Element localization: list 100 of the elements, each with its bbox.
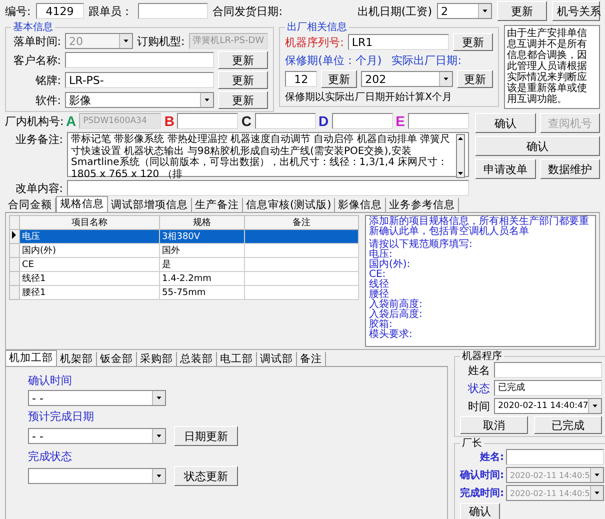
table-cell: 1.4-2.2mm (162, 274, 212, 284)
field-label: 姓名 (467, 362, 490, 378)
code-letter: A (66, 113, 76, 129)
input-field[interactable] (65, 52, 214, 68)
table-cell: 腰径1 (22, 288, 46, 298)
tab[interactable]: 信息审核(测试版) (243, 198, 336, 212)
input-field[interactable] (506, 449, 604, 465)
table-row[interactable]: 国内(外) 国外 (10, 244, 358, 258)
tab[interactable]: 生产备注 (192, 198, 243, 212)
table-row[interactable]: 线径1 1.4-2.2mm (10, 272, 358, 286)
table-row[interactable]: 电压 3相380V (10, 230, 358, 244)
caret-icon (152, 469, 165, 483)
update-button[interactable]: 状态更新 (174, 466, 238, 486)
follower-label: 跟单员： (88, 4, 133, 18)
row-pointer-icon (10, 230, 18, 240)
tab[interactable]: 电工部 (217, 352, 257, 366)
update-button[interactable]: 更新 (453, 33, 494, 51)
group-title: 基本信息 (12, 22, 54, 33)
column-header: 项目名称 (20, 216, 160, 230)
status-button[interactable]: 已完成 (534, 416, 602, 434)
update-button[interactable]: 日期更新 (174, 426, 238, 446)
date-dropdown[interactable] (28, 468, 166, 484)
code-letter: B (164, 113, 174, 129)
tab[interactable]: 影像信息 (335, 198, 386, 212)
table-row[interactable]: CE 是 (10, 258, 358, 272)
tab[interactable]: 机架部 (57, 352, 97, 366)
caret-icon (478, 4, 491, 18)
group-title: 出厂相关信息 (286, 22, 348, 33)
code-field[interactable] (177, 113, 238, 129)
caret-icon (152, 429, 165, 443)
field-label: 软件: (34, 92, 61, 108)
contract-date-label: 合同发货日期: (212, 4, 282, 18)
tab[interactable]: 采购部 (137, 352, 177, 366)
caret-icon (119, 34, 132, 48)
code-field[interactable] (408, 113, 469, 129)
ship-date-dropdown[interactable]: 2 (437, 3, 492, 19)
tab[interactable]: 总装部 (177, 352, 217, 366)
field-label: 确认时间 (28, 373, 73, 388)
serial-field[interactable]: LR1 (348, 34, 450, 50)
update-button[interactable]: 更新 (457, 70, 494, 88)
field-label: 预计完成日期 (28, 409, 95, 424)
order-time-label: 落单时间: (12, 34, 61, 48)
follower-field[interactable] (138, 3, 208, 19)
machine-relation-button[interactable]: 机号关系 (552, 1, 600, 21)
warranty-label: 保修期(单位：个月) (285, 53, 382, 68)
table-cell: 线径1 (22, 274, 46, 284)
table-cell: CE (22, 260, 34, 270)
field-label: 姓名: (478, 450, 504, 464)
software-dropdown[interactable]: 影像 (65, 92, 214, 108)
machine-number-label: 厂内机构号: (5, 114, 63, 128)
code-field[interactable] (332, 113, 393, 129)
column-header: 备注 (244, 216, 358, 230)
input-field[interactable]: LR-PS- (65, 72, 214, 88)
ship-date-label: 出机日期(工资) (357, 4, 432, 18)
number-field[interactable]: 4129 (36, 3, 84, 19)
table-cell: 是 (162, 260, 171, 270)
tab[interactable]: 备注 (297, 352, 326, 366)
change-content-field[interactable] (67, 180, 469, 196)
number-label: 编号: (5, 4, 31, 18)
update-button[interactable]: 更新 (218, 71, 268, 89)
input-field[interactable]: 已完成 (494, 380, 602, 396)
field-label: 时间 (467, 398, 490, 414)
tab[interactable]: 调试部 (257, 352, 297, 366)
update-button[interactable]: 更新 (218, 51, 268, 69)
confirm-button[interactable]: 确认 (460, 503, 500, 519)
date-dropdown[interactable]: - - (28, 428, 166, 444)
table-cell: 国外 (162, 246, 180, 256)
action-button[interactable]: 确认 (475, 113, 536, 133)
serial-label: 机器序列号: (285, 34, 344, 50)
tab[interactable]: 规格信息 (56, 196, 108, 212)
ship-date-dropdown[interactable]: 202 (361, 71, 454, 87)
action-button[interactable]: 申请改单 (475, 159, 536, 179)
time-dropdown[interactable]: 2020-02-11 14:40:47 (494, 398, 602, 414)
table-row[interactable]: 腰径1 55-75mm (10, 286, 358, 300)
model-label: 订购机型: (137, 34, 185, 48)
input-field[interactable] (494, 362, 602, 378)
field-label: 客户名称: (12, 52, 61, 68)
update-button[interactable]: 更新 (321, 70, 358, 88)
table-cell: 电压 (22, 232, 40, 242)
field-label: 确认时间: (460, 468, 504, 482)
date-dropdown[interactable]: - - (28, 390, 166, 406)
table-cell: 3相380V (162, 232, 200, 242)
update-button[interactable]: 更新 (218, 91, 268, 109)
business-note-field[interactable]: 带标记笔 带影像系统 带热处理温控 机器速度自动调节 自动启停 机器自动排单 弹簧尺寸快速设置 机器状态输出 与98粘胶机形成自动生产线(需安装POE交换),安装Smartline系统（同以前版本，可导出数据），出机尺寸：线径：1,3/1,4 床网尺寸：1805 x 765 x 120 （排 (67, 132, 469, 177)
action-button[interactable]: 确认 (475, 136, 600, 156)
tab[interactable]: 机加工部 (5, 350, 57, 366)
tab[interactable]: 业务参考信息 (386, 198, 460, 212)
tab[interactable]: 钣金部 (97, 352, 137, 366)
ship-date-label: 实际出厂日期: (392, 53, 462, 68)
status-button[interactable]: 取消 (460, 416, 528, 434)
table-cell: 国内(外) (22, 246, 56, 256)
tab[interactable]: 调试部增项信息 (108, 198, 192, 212)
update-button[interactable]: 更新 (497, 1, 547, 21)
code-letter: C (241, 113, 252, 129)
column-header: 规格 (160, 216, 244, 230)
warranty-note: 保修期以实际出厂日期开始计算X个月 (285, 90, 453, 104)
code-field[interactable] (254, 113, 316, 129)
spec-notes: 添加新的项目规格信息，所有相关生产部门都要重新确认此单，包括青空调机人员名单 请按以下规范顺序填写: 电压: 国内(外): CE: 线径 腰径 入袋前高度: 入袋后高度: 胶箱: 模头要求: (365, 215, 596, 347)
warranty-field[interactable]: 12 (285, 71, 318, 87)
action-button[interactable]: 数据维护 (540, 159, 600, 179)
